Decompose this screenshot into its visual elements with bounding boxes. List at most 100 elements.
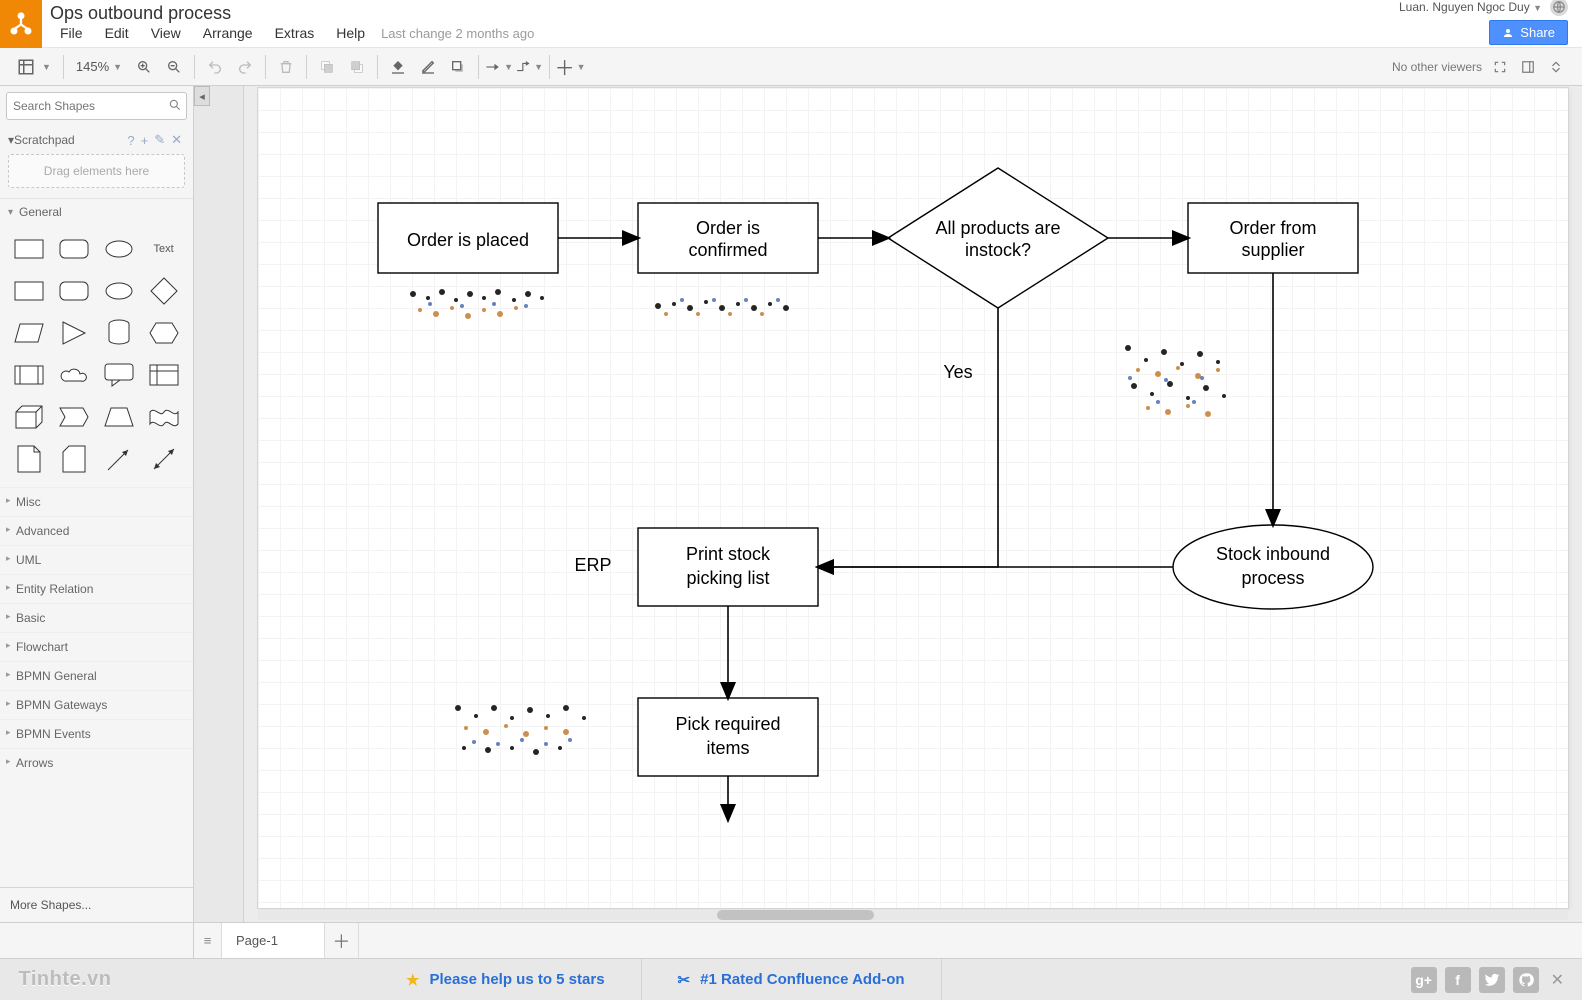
scratchpad-help-icon[interactable]: ?: [124, 133, 137, 148]
category-entity-relation[interactable]: Entity Relation: [0, 574, 193, 603]
share-button[interactable]: Share: [1489, 20, 1568, 45]
scratchpad-edit-icon[interactable]: ✎: [151, 132, 168, 148]
category-advanced[interactable]: Advanced: [0, 516, 193, 545]
shape-rect2[interactable]: [10, 273, 49, 309]
canvas-page[interactable]: Order is placed Order is confirmed All p…: [258, 88, 1568, 908]
shape-rect[interactable]: [10, 231, 49, 267]
node-order-supplier[interactable]: Order from supplier: [1188, 203, 1358, 273]
footer-rate-tab[interactable]: ★ Please help us to 5 stars: [370, 959, 642, 1000]
pages-menu-button[interactable]: ≡: [194, 923, 222, 958]
delete-button[interactable]: [272, 53, 300, 81]
app-logo[interactable]: [0, 0, 42, 48]
social-googleplus-icon[interactable]: g+: [1411, 967, 1437, 993]
menu-arrange[interactable]: Arrange: [193, 23, 263, 43]
menu-extras[interactable]: Extras: [265, 23, 325, 43]
scrollbar-thumb[interactable]: [717, 910, 874, 920]
category-misc[interactable]: Misc: [0, 487, 193, 516]
shape-bidir-arrow[interactable]: [144, 441, 183, 477]
shape-note[interactable]: [10, 441, 49, 477]
connection-type-button[interactable]: ▼: [485, 53, 513, 81]
shadow-button[interactable]: [444, 53, 472, 81]
node-decision-instock[interactable]: All products are instock?: [888, 168, 1108, 308]
insert-button[interactable]: ＋▼: [556, 53, 584, 81]
shape-card[interactable]: [55, 441, 94, 477]
category-basic[interactable]: Basic: [0, 603, 193, 632]
shape-ellipse[interactable]: [100, 231, 139, 267]
node-order-placed[interactable]: Order is placed: [378, 203, 558, 273]
fullscreen-icon[interactable]: [1490, 53, 1510, 81]
node-order-confirmed[interactable]: Order is confirmed: [638, 203, 818, 273]
user-name-label[interactable]: Luan. Nguyen Ngoc Duy ▼: [1399, 0, 1542, 14]
shape-process[interactable]: [10, 357, 49, 393]
collapse-panels-icon[interactable]: [1546, 53, 1566, 81]
shape-ellipse2[interactable]: [100, 273, 139, 309]
shape-step[interactable]: [55, 399, 94, 435]
undo-button[interactable]: [201, 53, 229, 81]
search-icon[interactable]: [168, 98, 182, 115]
shape-internal-storage[interactable]: [144, 357, 183, 393]
scratchpad-close-icon[interactable]: ✕: [168, 132, 185, 148]
zoom-level-dropdown[interactable]: 145%▼: [70, 59, 128, 74]
shape-roundrect2[interactable]: [55, 273, 94, 309]
social-facebook-icon[interactable]: f: [1445, 967, 1471, 993]
footer-addon-tab[interactable]: ✂ #1 Rated Confluence Add-on: [642, 959, 942, 1000]
node-pick-items[interactable]: Pick required items: [638, 698, 818, 776]
format-panel-icon[interactable]: [1518, 53, 1538, 81]
horizontal-scrollbar[interactable]: [258, 910, 1568, 920]
document-title[interactable]: Ops outbound process: [50, 3, 231, 24]
outline-toggle[interactable]: ◂: [194, 86, 210, 106]
canvas-area[interactable]: ◂ Order is placed Order is confirmed: [194, 86, 1582, 922]
shape-diamond[interactable]: [144, 273, 183, 309]
category-arrows[interactable]: Arrows: [0, 748, 193, 777]
waypoint-button[interactable]: ▼: [515, 53, 543, 81]
menu-view[interactable]: View: [141, 23, 191, 43]
edge-label-yes[interactable]: Yes: [943, 362, 972, 382]
shape-triangle[interactable]: [55, 315, 94, 351]
social-github-icon[interactable]: [1513, 967, 1539, 993]
category-bpmn-gateways[interactable]: BPMN Gateways: [0, 690, 193, 719]
node-print-picking-list[interactable]: Print stock picking list: [638, 528, 818, 606]
shape-hexagon[interactable]: [144, 315, 183, 351]
shape-callout[interactable]: [100, 357, 139, 393]
shape-trapezoid[interactable]: [100, 399, 139, 435]
social-twitter-icon[interactable]: [1479, 967, 1505, 993]
edge-decision-print[interactable]: [818, 308, 998, 567]
shape-cube[interactable]: [10, 399, 49, 435]
redacted-comment-1: [403, 286, 563, 326]
category-bpmn-general[interactable]: BPMN General: [0, 661, 193, 690]
menu-help[interactable]: Help: [326, 23, 375, 43]
shape-cylinder[interactable]: [100, 315, 139, 351]
page-tab-1[interactable]: Page-1: [222, 923, 325, 958]
shape-arrow-line[interactable]: [100, 441, 139, 477]
scratchpad-dropzone[interactable]: Drag elements here: [8, 154, 185, 188]
to-front-button[interactable]: [313, 53, 341, 81]
zoom-out-button[interactable]: [160, 53, 188, 81]
zoom-in-button[interactable]: [130, 53, 158, 81]
globe-icon[interactable]: [1550, 0, 1568, 16]
node-stock-inbound[interactable]: Stock inbound process: [1173, 525, 1373, 609]
line-color-button[interactable]: [414, 53, 442, 81]
shape-text[interactable]: Text: [144, 231, 183, 267]
general-section-header[interactable]: ▾ General: [0, 198, 193, 225]
shape-cloud[interactable]: [55, 357, 94, 393]
add-page-button[interactable]: ＋: [325, 923, 359, 958]
page-layout-button[interactable]: [12, 53, 40, 81]
redo-button[interactable]: [231, 53, 259, 81]
footer-close-icon[interactable]: ✕: [1547, 970, 1568, 990]
category-bpmn-events[interactable]: BPMN Events: [0, 719, 193, 748]
category-flowchart[interactable]: Flowchart: [0, 632, 193, 661]
flowchart-diagram[interactable]: Order is placed Order is confirmed All p…: [258, 88, 1568, 908]
annotation-erp[interactable]: ERP: [574, 555, 611, 575]
more-shapes-button[interactable]: More Shapes...: [0, 887, 193, 922]
chevron-down-icon[interactable]: ▼: [42, 62, 51, 72]
to-back-button[interactable]: [343, 53, 371, 81]
category-uml[interactable]: UML: [0, 545, 193, 574]
shape-roundrect[interactable]: [55, 231, 94, 267]
fill-color-button[interactable]: [384, 53, 412, 81]
search-shapes-input[interactable]: [6, 92, 187, 120]
menu-edit[interactable]: Edit: [95, 23, 139, 43]
menu-file[interactable]: File: [50, 23, 93, 43]
shape-parallelogram[interactable]: [10, 315, 49, 351]
scratchpad-add-icon[interactable]: +: [138, 133, 152, 148]
shape-tape[interactable]: [144, 399, 183, 435]
